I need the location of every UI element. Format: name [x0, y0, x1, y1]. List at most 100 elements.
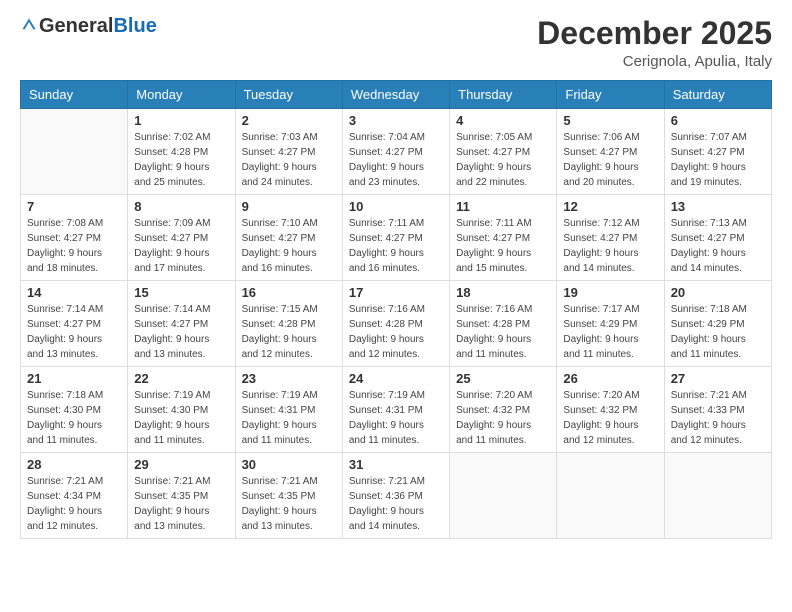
location-title: Cerignola, Apulia, Italy — [537, 53, 772, 70]
day-number: 7 — [27, 199, 121, 214]
calendar-cell: 13 Sunrise: 7:13 AMSunset: 4:27 PMDayligh… — [664, 195, 771, 281]
calendar-cell: 12 Sunrise: 7:12 AMSunset: 4:27 PMDayligh… — [557, 195, 664, 281]
day-number: 30 — [242, 457, 336, 472]
weekday-friday: Friday — [557, 81, 664, 109]
weekday-header-row: SundayMondayTuesdayWednesdayThursdayFrid… — [21, 81, 772, 109]
calendar-cell: 27Sunrise: 7:21 AMSunset: 4:33 PMDayligh… — [664, 367, 771, 453]
day-number: 1 — [134, 113, 228, 128]
calendar-cell: 11 Sunrise: 7:11 AMSunset: 4:27 PMDayligh… — [450, 195, 557, 281]
day-detail: Sunrise: 7:15 AMSunset: 4:28 PMDaylight:… — [242, 302, 336, 362]
day-number: 18 — [456, 285, 550, 300]
calendar-cell: 28Sunrise: 7:21 AMSunset: 4:34 PMDayligh… — [21, 453, 128, 539]
week-row-2: 7 Sunrise: 7:08 AMSunset: 4:27 PMDaylight… — [21, 195, 772, 281]
day-number: 25 — [456, 371, 550, 386]
week-row-1: 1 Sunrise: 7:02 AMSunset: 4:28 PMDaylight… — [21, 109, 772, 195]
calendar-cell: 18Sunrise: 7:16 AMSunset: 4:28 PMDayligh… — [450, 281, 557, 367]
calendar-cell: 3 Sunrise: 7:04 AMSunset: 4:27 PMDaylight… — [342, 109, 449, 195]
day-detail: Sunrise: 7:19 AMSunset: 4:31 PMDaylight:… — [242, 388, 336, 448]
calendar-cell: 24 Sunrise: 7:19 AMSunset: 4:31 PMDayligh… — [342, 367, 449, 453]
day-detail: Sunrise: 7:13 AMSunset: 4:27 PMDaylight:… — [671, 216, 765, 276]
calendar-cell: 4 Sunrise: 7:05 AMSunset: 4:27 PMDaylight… — [450, 109, 557, 195]
calendar-cell: 30 Sunrise: 7:21 AMSunset: 4:35 PMDayligh… — [235, 453, 342, 539]
logo-general: General — [39, 16, 113, 36]
day-detail: Sunrise: 7:06 AMSunset: 4:27 PMDaylight:… — [563, 130, 657, 190]
weekday-sunday: Sunday — [21, 81, 128, 109]
calendar-cell: 9 Sunrise: 7:10 AMSunset: 4:27 PMDaylight… — [235, 195, 342, 281]
day-detail: Sunrise: 7:02 AMSunset: 4:28 PMDaylight:… — [134, 130, 228, 190]
day-detail: Sunrise: 7:10 AMSunset: 4:27 PMDaylight:… — [242, 216, 336, 276]
weekday-thursday: Thursday — [450, 81, 557, 109]
day-detail: Sunrise: 7:14 AMSunset: 4:27 PMDaylight:… — [27, 302, 121, 362]
day-number: 9 — [242, 199, 336, 214]
day-detail: Sunrise: 7:11 AMSunset: 4:27 PMDaylight:… — [349, 216, 443, 276]
day-detail: Sunrise: 7:21 AMSunset: 4:35 PMDaylight:… — [134, 474, 228, 534]
calendar-table: SundayMondayTuesdayWednesdayThursdayFrid… — [20, 80, 772, 539]
calendar-cell: 16Sunrise: 7:15 AMSunset: 4:28 PMDayligh… — [235, 281, 342, 367]
day-detail: Sunrise: 7:05 AMSunset: 4:27 PMDaylight:… — [456, 130, 550, 190]
calendar-cell: 20 Sunrise: 7:18 AMSunset: 4:29 PMDayligh… — [664, 281, 771, 367]
day-number: 12 — [563, 199, 657, 214]
calendar-cell: 23 Sunrise: 7:19 AMSunset: 4:31 PMDayligh… — [235, 367, 342, 453]
calendar-cell: 6Sunrise: 7:07 AMSunset: 4:27 PMDaylight… — [664, 109, 771, 195]
calendar-cell — [557, 453, 664, 539]
day-detail: Sunrise: 7:12 AMSunset: 4:27 PMDaylight:… — [563, 216, 657, 276]
calendar-cell: 14 Sunrise: 7:14 AMSunset: 4:27 PMDayligh… — [21, 281, 128, 367]
day-number: 2 — [242, 113, 336, 128]
day-detail: Sunrise: 7:08 AMSunset: 4:27 PMDaylight:… — [27, 216, 121, 276]
day-number: 24 — [349, 371, 443, 386]
calendar-cell: 15 Sunrise: 7:14 AMSunset: 4:27 PMDayligh… — [128, 281, 235, 367]
calendar-cell: 10 Sunrise: 7:11 AMSunset: 4:27 PMDayligh… — [342, 195, 449, 281]
day-detail: Sunrise: 7:17 AMSunset: 4:29 PMDaylight:… — [563, 302, 657, 362]
day-number: 23 — [242, 371, 336, 386]
day-number: 15 — [134, 285, 228, 300]
calendar-cell: 19 Sunrise: 7:17 AMSunset: 4:29 PMDayligh… — [557, 281, 664, 367]
calendar-cell: 1 Sunrise: 7:02 AMSunset: 4:28 PMDaylight… — [128, 109, 235, 195]
day-detail: Sunrise: 7:14 AMSunset: 4:27 PMDaylight:… — [134, 302, 228, 362]
day-number: 11 — [456, 199, 550, 214]
day-number: 17 — [349, 285, 443, 300]
calendar-cell: 22Sunrise: 7:19 AMSunset: 4:30 PMDayligh… — [128, 367, 235, 453]
day-detail: Sunrise: 7:21 AMSunset: 4:34 PMDaylight:… — [27, 474, 121, 534]
month-title: December 2025 — [537, 16, 772, 51]
calendar-cell — [664, 453, 771, 539]
calendar-cell: 7 Sunrise: 7:08 AMSunset: 4:27 PMDaylight… — [21, 195, 128, 281]
calendar-cell — [450, 453, 557, 539]
day-detail: Sunrise: 7:20 AMSunset: 4:32 PMDaylight:… — [456, 388, 550, 448]
calendar-cell: 2 Sunrise: 7:03 AMSunset: 4:27 PMDaylight… — [235, 109, 342, 195]
day-detail: Sunrise: 7:18 AMSunset: 4:29 PMDaylight:… — [671, 302, 765, 362]
day-number: 20 — [671, 285, 765, 300]
day-number: 19 — [563, 285, 657, 300]
header: GeneralBlue December 2025 Cerignola, Apu… — [20, 16, 772, 70]
day-number: 10 — [349, 199, 443, 214]
title-block: December 2025 Cerignola, Apulia, Italy — [537, 16, 772, 70]
week-row-4: 21Sunrise: 7:18 AMSunset: 4:30 PMDayligh… — [21, 367, 772, 453]
calendar-cell: 31Sunrise: 7:21 AMSunset: 4:36 PMDayligh… — [342, 453, 449, 539]
logo-blue: Blue — [113, 16, 156, 36]
day-detail: Sunrise: 7:19 AMSunset: 4:31 PMDaylight:… — [349, 388, 443, 448]
day-detail: Sunrise: 7:09 AMSunset: 4:27 PMDaylight:… — [134, 216, 228, 276]
logo-icon — [20, 16, 38, 34]
calendar-cell: 21Sunrise: 7:18 AMSunset: 4:30 PMDayligh… — [21, 367, 128, 453]
day-number: 22 — [134, 371, 228, 386]
day-number: 27 — [671, 371, 765, 386]
day-number: 4 — [456, 113, 550, 128]
day-detail: Sunrise: 7:04 AMSunset: 4:27 PMDaylight:… — [349, 130, 443, 190]
day-detail: Sunrise: 7:11 AMSunset: 4:27 PMDaylight:… — [456, 216, 550, 276]
day-number: 3 — [349, 113, 443, 128]
week-row-3: 14 Sunrise: 7:14 AMSunset: 4:27 PMDayligh… — [21, 281, 772, 367]
day-detail: Sunrise: 7:03 AMSunset: 4:27 PMDaylight:… — [242, 130, 336, 190]
calendar-cell: 29Sunrise: 7:21 AMSunset: 4:35 PMDayligh… — [128, 453, 235, 539]
calendar-cell — [21, 109, 128, 195]
calendar-cell: 5Sunrise: 7:06 AMSunset: 4:27 PMDaylight… — [557, 109, 664, 195]
day-number: 26 — [563, 371, 657, 386]
logo: GeneralBlue — [20, 16, 157, 36]
weekday-wednesday: Wednesday — [342, 81, 449, 109]
day-detail: Sunrise: 7:21 AMSunset: 4:36 PMDaylight:… — [349, 474, 443, 534]
day-number: 8 — [134, 199, 228, 214]
day-number: 21 — [27, 371, 121, 386]
day-number: 13 — [671, 199, 765, 214]
page: GeneralBlue December 2025 Cerignola, Apu… — [0, 0, 792, 612]
weekday-monday: Monday — [128, 81, 235, 109]
day-number: 14 — [27, 285, 121, 300]
day-detail: Sunrise: 7:21 AMSunset: 4:35 PMDaylight:… — [242, 474, 336, 534]
